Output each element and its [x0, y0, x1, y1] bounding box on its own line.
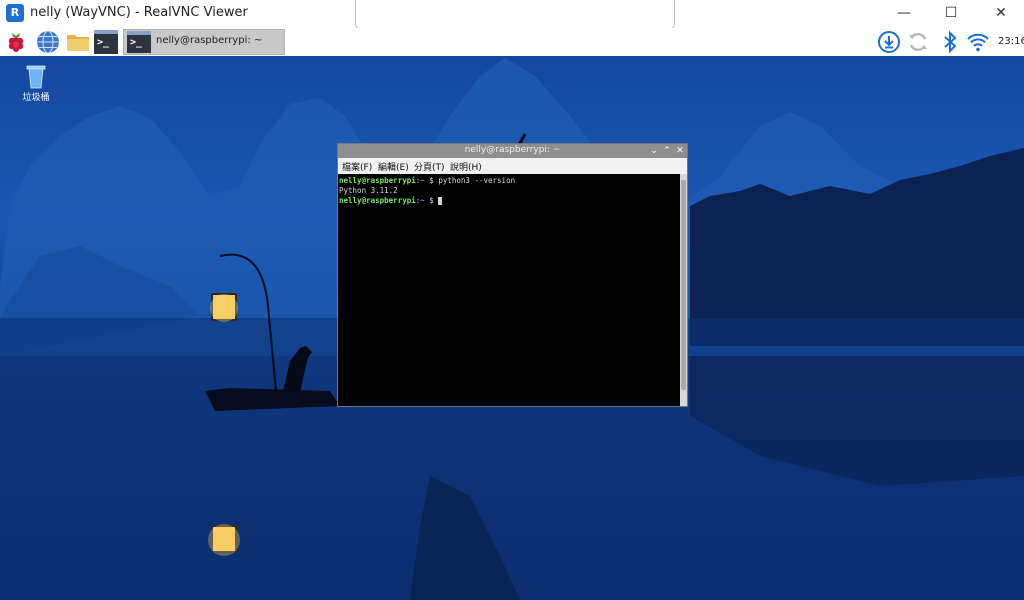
- taskbar-window-label: nelly@raspberrypi: ~: [156, 35, 263, 46]
- terminal-icon: >_: [127, 31, 151, 53]
- bluetooth-icon[interactable]: [938, 30, 962, 54]
- terminal-title-bar[interactable]: nelly@raspberrypi: ~ ⌄ ⌃ ✕: [338, 144, 687, 158]
- sync-icon[interactable]: [906, 30, 930, 54]
- prompt-path: :~: [415, 196, 425, 205]
- trash-label: 垃圾桶: [22, 93, 50, 103]
- scrollbar-thumb[interactable]: [681, 180, 686, 390]
- terminal-maximize-button[interactable]: ⌃: [660, 144, 674, 158]
- terminal-minimize-button[interactable]: ⌄: [647, 144, 661, 158]
- terminal-menu-bar: 檔案(F) 編輯(E) 分頁(T) 說明(H): [338, 158, 687, 174]
- terminal-scrollbar[interactable]: [680, 174, 687, 406]
- menu-tabs[interactable]: 分頁(T): [414, 160, 445, 173]
- command-text: python3 --version: [438, 176, 516, 185]
- taskbar-window-terminal[interactable]: >_ nelly@raspberrypi: ~: [123, 29, 285, 55]
- prompt-symbol: $: [424, 176, 439, 185]
- terminal-line: nelly@raspberrypi:~ $: [339, 196, 679, 206]
- terminal-window[interactable]: nelly@raspberrypi: ~ ⌄ ⌃ ✕ 檔案(F) 編輯(E) 分…: [337, 143, 688, 407]
- terminal-output[interactable]: nelly@raspberrypi:~ $ python3 --version …: [338, 174, 680, 406]
- taskbar: >_ >_ nelly@raspberrypi: ~ 23:16: [0, 28, 1024, 56]
- vnc-toolbar-handle[interactable]: [355, 0, 675, 30]
- command-output: Python 3.11.2: [339, 186, 398, 195]
- menu-help[interactable]: 說明(H): [450, 160, 482, 173]
- terminal-title: nelly@raspberrypi: ~: [464, 145, 561, 155]
- wifi-icon[interactable]: [966, 30, 990, 54]
- web-browser-icon[interactable]: [36, 30, 60, 54]
- clock: 23:16: [998, 36, 1024, 47]
- menu-file[interactable]: 檔案(F): [342, 160, 372, 173]
- prompt-symbol: $: [424, 196, 439, 205]
- prompt-path: :~: [415, 176, 425, 185]
- maximize-button[interactable]: ☐: [928, 0, 974, 28]
- terminal-line: nelly@raspberrypi:~ $ python3 --version: [339, 176, 679, 186]
- minimize-button[interactable]: —: [881, 0, 927, 28]
- close-button[interactable]: ✕: [978, 0, 1024, 28]
- terminal-line: Python 3.11.2: [339, 186, 679, 196]
- text-cursor: [438, 197, 443, 205]
- realvnc-app-icon: R: [6, 4, 24, 22]
- terminal-close-button[interactable]: ✕: [673, 144, 687, 158]
- terminal-launcher-icon[interactable]: >_: [94, 30, 118, 54]
- trash-icon[interactable]: [22, 62, 50, 90]
- prompt-user: nelly@raspberrypi: [339, 176, 416, 185]
- menu-edit[interactable]: 編輯(E): [378, 160, 409, 173]
- updates-icon[interactable]: [877, 30, 901, 54]
- prompt-user: nelly@raspberrypi: [339, 196, 416, 205]
- raspberry-menu-icon[interactable]: [4, 30, 28, 54]
- vnc-title-bar: R nelly (WayVNC) - RealVNC Viewer — ☐ ✕: [0, 0, 1024, 30]
- window-title: nelly (WayVNC) - RealVNC Viewer: [30, 5, 248, 20]
- file-manager-icon[interactable]: [66, 30, 90, 54]
